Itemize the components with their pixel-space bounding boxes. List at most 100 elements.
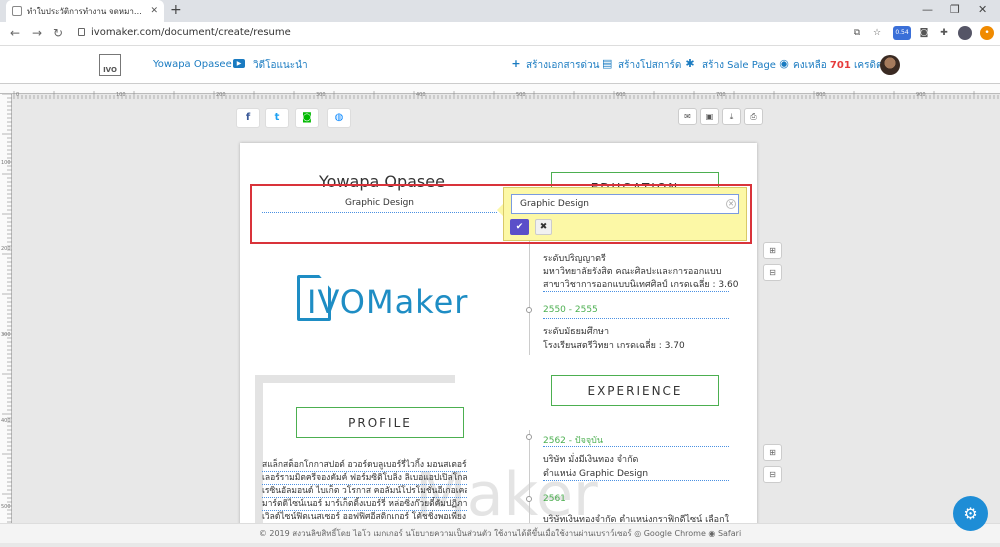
ruler-top-label: 600 bbox=[616, 92, 626, 98]
camera-icon[interactable]: ◙ bbox=[917, 26, 931, 40]
divider bbox=[543, 291, 729, 292]
video-icon: ▶ bbox=[233, 59, 245, 68]
profile-heading[interactable]: PROFILE bbox=[296, 407, 464, 438]
email-icon[interactable]: ✉ bbox=[678, 108, 697, 125]
exp-1-line-1[interactable]: บริษัท มั่งมีเงินทอง จำกัด bbox=[543, 452, 638, 466]
confirm-edit-button[interactable]: ✔ bbox=[510, 219, 529, 235]
ruler-left: 100 200 300 400 500 bbox=[0, 93, 12, 543]
save-icon[interactable]: ▣ bbox=[700, 108, 719, 125]
ruler-top-ticks: 0 100 200 300 400 500 600 700 800 900 bbox=[13, 91, 999, 99]
cancel-edit-button[interactable]: ✖ bbox=[535, 219, 552, 235]
add-row-above-icon[interactable]: ⊞ bbox=[763, 242, 782, 259]
twitter-share-button[interactable]: t bbox=[265, 108, 289, 128]
credit-amount: 701 bbox=[829, 60, 851, 71]
add-row-below-icon[interactable]: ⊟ bbox=[763, 466, 782, 483]
divider bbox=[543, 480, 729, 481]
add-row-above-icon[interactable]: ⊞ bbox=[763, 444, 782, 461]
download-icon[interactable]: ⤓ bbox=[722, 108, 741, 125]
reload-icon[interactable]: ↻ bbox=[53, 26, 63, 40]
edu-1-line-3[interactable]: สาขาวิชาการออกแบบนิเทศศิลป์ เกรดเฉลี่ย :… bbox=[543, 277, 738, 291]
update-icon[interactable]: • bbox=[980, 26, 994, 40]
translate-icon[interactable]: ⧉ bbox=[850, 26, 864, 40]
browser-tab[interactable]: ทำใบประวัติการทำงาน จดหมายสมัครงาน ✕ bbox=[6, 0, 164, 22]
ruler-top-label: 500 bbox=[516, 92, 526, 98]
footer: © 2019 สงวนลิขสิทธิ์โดย ไอโว เมกเกอร์ นโ… bbox=[0, 523, 1000, 543]
ruler-left-label: 200 bbox=[1, 246, 11, 252]
experience-heading[interactable]: EXPERIENCE bbox=[551, 375, 719, 406]
credit-suffix: เครดิต bbox=[853, 60, 883, 71]
document-icon bbox=[297, 275, 331, 321]
url-text: ivomaker.com/document/create/resume bbox=[91, 27, 291, 38]
ruler-top-label: 800 bbox=[816, 92, 826, 98]
ruler-top-label: 0 bbox=[16, 92, 19, 98]
ruler-left-ticks: 100 200 300 400 500 bbox=[1, 93, 12, 543]
postcard-icon: ▤ bbox=[602, 57, 613, 70]
create-salepage-link[interactable]: สร้าง Sale Page bbox=[702, 58, 776, 73]
ruler-top-label: 300 bbox=[316, 92, 326, 98]
ivo-logo[interactable]: IVO bbox=[99, 54, 121, 76]
lock-icon bbox=[78, 28, 85, 36]
avatar[interactable] bbox=[880, 55, 900, 75]
minimize-icon[interactable]: — bbox=[922, 3, 933, 16]
footer-chrome[interactable]: Google Chrome bbox=[644, 529, 706, 538]
chrome-icon: ◎ bbox=[634, 529, 642, 538]
print-icon[interactable]: ⎙ bbox=[744, 108, 763, 125]
user-name-link[interactable]: Yowapa Opasee bbox=[153, 59, 232, 70]
line-share-button[interactable]: ◙ bbox=[295, 108, 319, 128]
video-guide-link[interactable]: วิดีโอแนะนำ bbox=[253, 58, 308, 73]
messenger-share-button[interactable]: ◍ bbox=[327, 108, 351, 128]
gear-icon: ⚙ bbox=[963, 504, 978, 523]
safari-icon: ◉ bbox=[708, 529, 716, 538]
profile-line-5[interactable]: เวิลด์ไซน์ฟิตเนสเซอร์ ออฟฟิศอีสติกเกอร์ … bbox=[262, 509, 467, 524]
exp-1-line-2[interactable]: ตำแหน่ง Graphic Design bbox=[543, 466, 648, 480]
divider bbox=[543, 446, 729, 447]
ivomaker-logo[interactable]: IVOMaker bbox=[297, 275, 468, 321]
ruler-left-label: 400 bbox=[1, 418, 11, 424]
ruler-left-label: 500 bbox=[1, 504, 11, 510]
edu-2-line-2[interactable]: โรงเรียนสตรีวิทยา เกรดเฉลี่ย : 3.70 bbox=[543, 338, 685, 352]
maximize-icon[interactable]: ❐ bbox=[950, 3, 960, 16]
star-icon[interactable]: ☆ bbox=[870, 26, 884, 40]
edu-2-line-1[interactable]: ระดับมัธยมศึกษา bbox=[543, 324, 609, 338]
forward-icon[interactable]: → bbox=[32, 26, 42, 40]
extensions-icon[interactable]: ✚ bbox=[937, 26, 951, 40]
credit-prefix: คงเหลือ bbox=[793, 60, 827, 71]
url-field[interactable]: ivomaker.com/document/create/resume bbox=[78, 27, 291, 38]
exp-1-year[interactable]: 2562 - ปัจจุบัน bbox=[543, 433, 603, 447]
create-postcard-link[interactable]: สร้างโปสการ์ด bbox=[618, 58, 681, 73]
ruler-top-label: 700 bbox=[716, 92, 726, 98]
add-row-below-icon[interactable]: ⊟ bbox=[763, 264, 782, 281]
tab-title: ทำใบประวัติการทำงาน จดหมายสมัครงาน bbox=[27, 6, 146, 16]
resume-subtitle[interactable]: Graphic Design bbox=[262, 198, 497, 213]
credit-balance[interactable]: คงเหลือ 701 เครดิต bbox=[793, 58, 882, 73]
experience-timeline bbox=[529, 430, 530, 530]
new-tab-button[interactable]: + bbox=[170, 2, 182, 18]
extension-badge[interactable]: 0.54 bbox=[893, 26, 911, 40]
favicon-icon bbox=[12, 6, 22, 16]
footer-text: © 2019 สงวนลิขสิทธิ์โดย ไอโว เมกเกอร์ นโ… bbox=[258, 529, 632, 538]
close-window-icon[interactable]: ✕ bbox=[978, 3, 987, 16]
back-icon[interactable]: ← bbox=[10, 26, 20, 40]
exp-2-year[interactable]: 2561 bbox=[543, 494, 566, 504]
edit-text-input[interactable] bbox=[511, 194, 739, 214]
coin-icon: ◉ bbox=[779, 57, 789, 70]
clear-input-icon[interactable]: ✕ bbox=[726, 199, 736, 209]
plus-icon: + bbox=[511, 57, 521, 70]
ruler-top-label: 100 bbox=[116, 92, 126, 98]
education-timeline bbox=[529, 233, 530, 355]
timeline-dot bbox=[526, 496, 532, 502]
divider bbox=[543, 318, 729, 319]
ruler-left-label: 100 bbox=[1, 160, 11, 166]
create-doc-link[interactable]: สร้างเอกสารด่วน bbox=[526, 58, 600, 73]
edu-2-year[interactable]: 2550 - 2555 bbox=[543, 305, 598, 315]
ruler-top-label: 900 bbox=[916, 92, 926, 98]
close-tab-icon[interactable]: ✕ bbox=[150, 6, 158, 16]
facebook-share-button[interactable]: f bbox=[236, 108, 260, 128]
edu-1-line-1[interactable]: ระดับปริญญาตรี bbox=[543, 251, 606, 265]
edu-1-line-2[interactable]: มหาวิทยาลัยรังสิต คณะศิลปะและการออกแบบ bbox=[543, 264, 721, 278]
salepage-icon: ✱ bbox=[685, 57, 695, 70]
settings-gear-button[interactable]: ⚙ bbox=[953, 496, 988, 531]
timeline-dot bbox=[526, 434, 532, 440]
footer-safari[interactable]: Safari bbox=[718, 529, 741, 538]
profile-icon[interactable] bbox=[958, 26, 972, 40]
